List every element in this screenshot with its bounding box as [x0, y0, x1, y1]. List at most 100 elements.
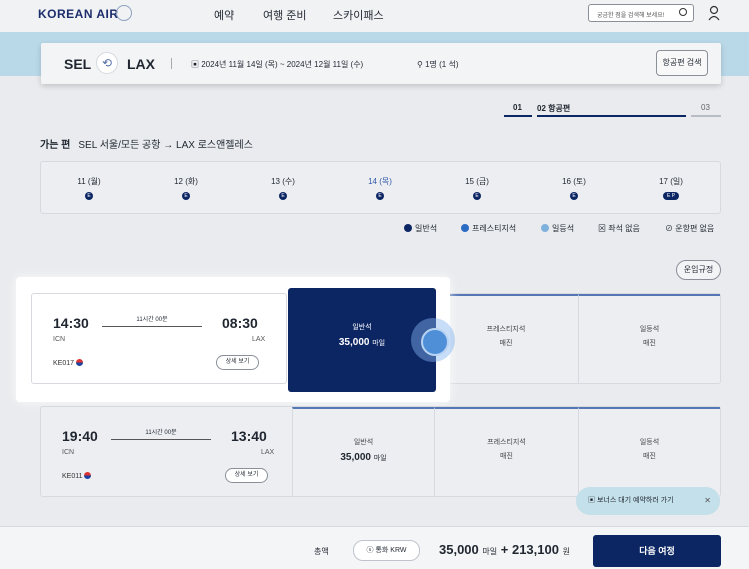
next-button[interactable]: 다음 여정 — [593, 535, 721, 567]
prestige-label: 프레스티지석 — [486, 326, 526, 333]
detail-button[interactable]: 상세 보기 — [216, 355, 259, 370]
date-label: 16 (토) — [562, 177, 586, 186]
cursor-indicator — [411, 318, 455, 362]
arrival-time: 08:30 — [222, 315, 258, 331]
date-label: 14 (목) — [368, 177, 392, 186]
economy-badge: E — [279, 192, 287, 200]
origin-code[interactable]: SEL — [64, 56, 91, 72]
economy-badge: E — [85, 192, 93, 200]
date-12[interactable]: 12 (화) E — [156, 176, 216, 200]
waitlist-toast-text: 보너스 대기 예약하러 가기 — [596, 497, 674, 504]
currency-button[interactable]: ⓢ 통화 KRW — [353, 540, 420, 561]
date-label: 11 (월) — [77, 177, 101, 186]
date-11[interactable]: 11 (월) E — [59, 176, 119, 200]
fare-rules-button[interactable]: 운임규정 — [676, 260, 721, 280]
step-1: 01 — [513, 103, 522, 112]
close-icon[interactable]: ✕ — [704, 487, 711, 515]
destination-code[interactable]: LAX — [127, 56, 155, 72]
economy-badge: E — [473, 192, 481, 200]
economy-label: 일반석 — [353, 439, 374, 446]
passengers[interactable]: ⚲ 1명 (1 석) — [417, 59, 459, 70]
prestige-icon — [461, 224, 469, 232]
economy-price: 35,000 마일 — [293, 452, 434, 463]
korean-air-logo[interactable]: KOREAN AIR — [38, 7, 119, 21]
prestige-fare-2[interactable]: 프레스티지석 매진 — [434, 407, 578, 496]
legend-no-flight: ⊘ 운항편 없음 — [665, 223, 714, 234]
economy-badge: E — [570, 192, 578, 200]
flight-number-text: KE011 — [62, 473, 83, 480]
flight-card-2: 19:40 13:40 ICN LAX 11시간 00분 KE011 상세 보기… — [40, 406, 721, 497]
date-label: 12 (화) — [174, 177, 198, 186]
waitlist-toast[interactable]: ▣ 보너스 대기 예약하러 가기 ✕ — [576, 487, 720, 515]
economy-fare-2[interactable]: 일반석 35,000 마일 — [292, 407, 434, 496]
currency-text: 통화 KRW — [375, 547, 407, 554]
date-17[interactable]: 17 (일) E P — [641, 176, 701, 200]
flight-duration: 11시간 00분 — [145, 430, 177, 436]
user-icon[interactable] — [708, 5, 722, 21]
step-3: 03 — [701, 103, 710, 112]
date-15[interactable]: 15 (금) E — [447, 176, 507, 200]
search-placeholder: 궁금한 점을 검색해 보세요! — [597, 13, 665, 19]
sold-out-text: 매진 — [499, 340, 513, 347]
route-text: SEL 서울/모든 공항 → LAX 로스앤젤레스 — [78, 140, 253, 151]
korea-flag-icon — [84, 472, 92, 479]
duration-arrow — [102, 326, 202, 327]
flight-info-2: 19:40 13:40 ICN LAX 11시간 00분 KE011 상세 보기 — [41, 407, 292, 496]
date-label: 13 (수) — [271, 177, 295, 186]
first-icon — [541, 224, 549, 232]
legend-prestige: 프레스티지석 — [461, 223, 516, 234]
no-seat-icon: ⊠ — [598, 224, 609, 233]
economy-price-value: 35,000 — [340, 452, 371, 463]
search-input[interactable]: 궁금한 점을 검색해 보세요! — [588, 4, 694, 22]
flight-number: KE011 — [62, 472, 92, 480]
date-13[interactable]: 13 (수) E — [253, 176, 313, 200]
economy-icon — [404, 224, 412, 232]
sold-out-text: 매진 — [500, 453, 513, 460]
duration-arrow — [111, 439, 211, 440]
nav-reservation[interactable]: 예약 — [214, 7, 234, 23]
person-icon: ⚲ — [417, 60, 426, 69]
legend-first-label: 일등석 — [552, 224, 575, 233]
search-icon[interactable] — [679, 8, 687, 16]
date-14-selected[interactable]: 14 (목) E — [350, 176, 410, 200]
economy-badge: E — [376, 192, 384, 200]
legend-no-flight-label: 운항편 없음 — [675, 224, 715, 233]
nav-skypass[interactable]: 스카이패스 — [333, 7, 384, 23]
first-label: 일등석 — [639, 439, 660, 446]
travel-dates[interactable]: ▣ 2024년 11월 14일 (목) ~ 2024년 12월 11일 (수) — [191, 59, 363, 70]
economy-price-value: 35,000 — [338, 337, 370, 348]
step-2: 02 항공편 — [537, 104, 571, 113]
legend-prestige-label: 프레스티지석 — [472, 224, 517, 233]
highlight-overlay: 14:30 08:30 ICN LAX 11시간 00분 KE017 상세 보기… — [16, 277, 450, 402]
flight-search-button[interactable]: 항공편 검색 — [656, 50, 708, 76]
legend-first: 일등석 — [541, 223, 574, 234]
arrival-time: 13:40 — [231, 428, 267, 444]
total-price: 35,000 마일 + 213,100 원 — [439, 542, 570, 557]
flight-number-text: KE017 — [53, 360, 75, 367]
date-label: 15 (금) — [465, 177, 489, 186]
korea-flag-icon — [75, 359, 83, 366]
first-fare-1[interactable]: 일등석 매진 — [578, 294, 720, 383]
taegeuk-logo-icon — [116, 5, 132, 21]
date-16[interactable]: 16 (토) E — [544, 176, 604, 200]
economy-badge: E — [182, 192, 190, 200]
flight-number: KE017 — [53, 359, 83, 367]
mile-unit: 마일 — [482, 547, 498, 556]
first-fare-2[interactable]: 일등석매진 — [578, 407, 720, 496]
sold-out-text: 매진 — [643, 453, 656, 460]
total-label: 총액 — [314, 547, 329, 556]
top-header: KOREAN AIR 예약 여행 준비 스카이패스 궁금한 점을 검색해 보세요… — [0, 0, 749, 32]
mile-unit: 마일 — [372, 340, 386, 347]
total-won: 213,100 — [511, 542, 559, 557]
no-flight-icon: ⊘ — [665, 224, 676, 233]
legend-no-seat-label: 좌석 없음 — [608, 224, 640, 233]
calendar-icon: ▣ — [588, 497, 597, 504]
legend-economy-label: 일반석 — [415, 224, 438, 233]
arrival-code: LAX — [261, 449, 275, 456]
swap-icon[interactable]: ⟲ — [96, 52, 118, 74]
route-title: 가는 편 SEL 서울/모든 공항 → LAX 로스앤젤레스 — [40, 136, 253, 151]
detail-button[interactable]: 상세 보기 — [225, 468, 268, 483]
legend-economy: 일반석 — [404, 223, 437, 234]
nav-travel-prep[interactable]: 여행 준비 — [263, 7, 307, 23]
passengers-text: 1명 (1 석) — [425, 60, 459, 69]
